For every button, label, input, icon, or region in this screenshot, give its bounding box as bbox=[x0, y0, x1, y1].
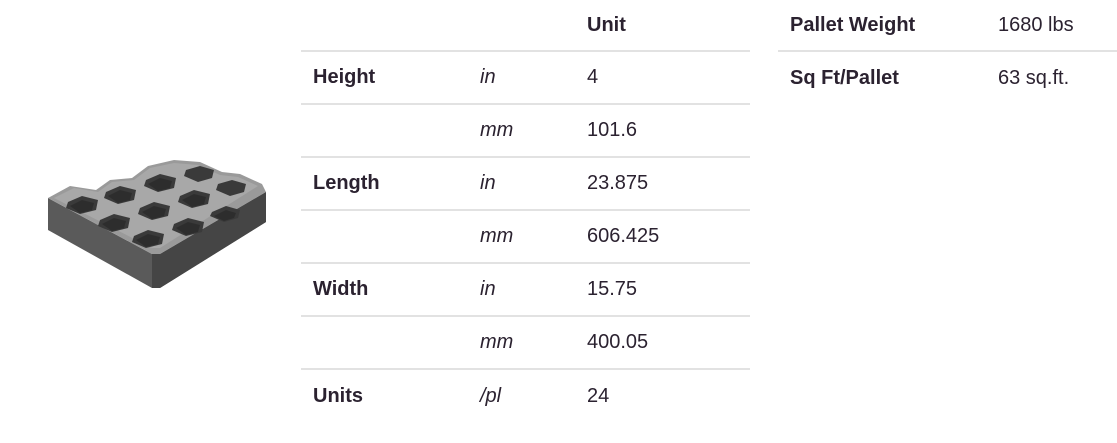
product-image bbox=[40, 150, 272, 292]
unit-column-header: Unit bbox=[587, 13, 626, 36]
table-row: Width in 15.75 bbox=[301, 264, 750, 317]
row-label: Length bbox=[313, 172, 380, 194]
row-value: 400.05 bbox=[587, 331, 649, 353]
row-value: 15.75 bbox=[587, 278, 638, 300]
row-unit: /pl bbox=[480, 385, 502, 407]
row-label: Height bbox=[313, 66, 376, 88]
dimensions-table: Unit Height in 4 mm 101.6 Length in 23.8… bbox=[301, 0, 750, 423]
row-value: 606.425 bbox=[587, 225, 660, 247]
row-value: 23.875 bbox=[587, 172, 649, 194]
table-row: mm 400.05 bbox=[301, 317, 750, 370]
table-header-row: Unit bbox=[301, 0, 750, 52]
row-label: Pallet Weight bbox=[790, 13, 916, 36]
table-row: Pallet Weight 1680 lbs bbox=[778, 0, 1117, 52]
row-unit: in bbox=[480, 172, 496, 194]
row-value: 101.6 bbox=[587, 119, 638, 141]
row-unit: mm bbox=[480, 331, 514, 353]
table-row: Length in 23.875 bbox=[301, 158, 750, 211]
row-unit: in bbox=[480, 278, 496, 300]
table-row: Height in 4 bbox=[301, 52, 750, 105]
pallet-info-table: Pallet Weight 1680 lbs Sq Ft/Pallet 63 s… bbox=[778, 0, 1117, 105]
row-label: Units bbox=[313, 385, 363, 407]
table-row: mm 606.425 bbox=[301, 211, 750, 264]
table-row: Sq Ft/Pallet 63 sq.ft. bbox=[778, 52, 1117, 105]
row-value: 24 bbox=[587, 385, 610, 407]
row-unit: mm bbox=[480, 225, 514, 247]
row-unit: in bbox=[480, 66, 496, 88]
table-row: mm 101.6 bbox=[301, 105, 750, 158]
row-label: Width bbox=[313, 278, 369, 300]
row-label: Sq Ft/Pallet bbox=[790, 67, 899, 89]
paver-block-illustration bbox=[48, 160, 266, 288]
row-value: 1680 lbs bbox=[998, 13, 1074, 36]
row-unit: mm bbox=[480, 119, 514, 141]
row-value: 63 sq.ft. bbox=[998, 67, 1070, 89]
table-row: Units /pl 24 bbox=[301, 370, 750, 423]
row-value: 4 bbox=[587, 66, 599, 88]
